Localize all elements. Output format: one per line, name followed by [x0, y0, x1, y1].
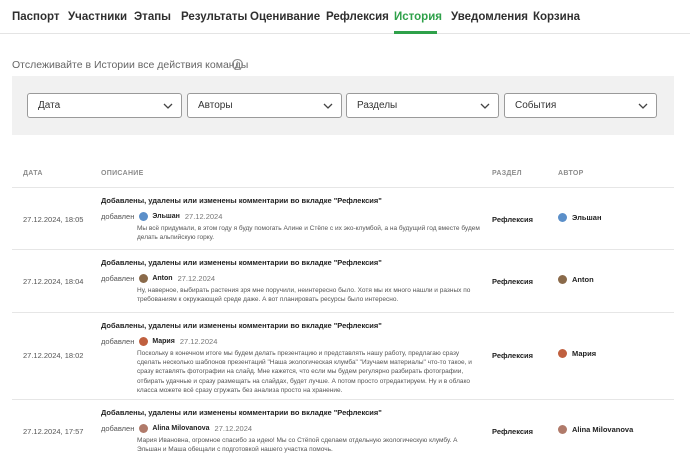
- row-meta-author[interactable]: Мария: [152, 338, 174, 345]
- row-section: Рефлексия: [492, 215, 534, 224]
- tab-results[interactable]: Результаты: [181, 11, 247, 23]
- sections-filter-select[interactable]: Разделы: [346, 93, 499, 118]
- events-filter-label: События: [515, 100, 557, 111]
- row-title: Добавлены, удалены или изменены коммента…: [101, 408, 382, 417]
- row-author[interactable]: Anton: [558, 275, 594, 284]
- authors-filter-select[interactable]: Авторы: [187, 93, 342, 118]
- row-section: Рефлексия: [492, 427, 534, 436]
- filter-panel: Дата Авторы Разделы События: [12, 76, 674, 135]
- row-meta: добавлен Alina Milovanova 27.12.2024: [101, 422, 252, 434]
- row-author-name: Alina Milovanova: [572, 425, 634, 434]
- row-comment: Поскольку в конечном итоге мы будем дела…: [137, 350, 472, 394]
- avatar: [139, 273, 149, 283]
- row-meta: добавлен Anton 27.12.2024: [101, 272, 215, 284]
- tab-passport[interactable]: Паспорт: [12, 11, 60, 23]
- row-comment: Ну, наверное, выбирать растения зря мне …: [137, 287, 471, 304]
- row-author[interactable]: Мария: [558, 349, 596, 358]
- chevron-down-icon: [163, 103, 173, 109]
- avatar: [558, 349, 567, 358]
- tab-trash[interactable]: Корзина: [533, 11, 580, 23]
- avatar: [558, 213, 567, 222]
- row-action: добавлен: [101, 211, 135, 221]
- row-title: Добавлены, удалены или изменены коммента…: [101, 258, 382, 267]
- date-filter-select[interactable]: Дата: [27, 93, 182, 118]
- row-author-name: Эльшан: [572, 213, 602, 222]
- row-comment: Мы всё придумали, в этом году я буду пом…: [137, 225, 480, 242]
- tab-bar: Паспорт Участники Этапы Результаты Оцени…: [0, 0, 690, 34]
- column-header-author: АВТОР: [558, 170, 584, 177]
- row-meta-author[interactable]: Anton: [152, 275, 172, 282]
- row-author[interactable]: Эльшан: [558, 213, 601, 222]
- row-meta-date: 27.12.2024: [177, 273, 216, 283]
- column-header-section: РАЗДЕЛ: [492, 170, 522, 177]
- row-section: Рефлексия: [492, 277, 534, 286]
- table-row: 27.12.2024, 18:02 Добавлены, удалены или…: [12, 312, 674, 399]
- chevron-down-icon: [480, 103, 490, 109]
- row-author[interactable]: Alina Milovanova: [558, 425, 633, 434]
- row-date: 27.12.2024, 18:04: [23, 277, 84, 286]
- row-comment: Мария Ивановна, огромное спасибо за идею…: [137, 437, 458, 454]
- avatar: [139, 336, 149, 346]
- table-row: 27.12.2024, 18:05 Добавлены, удалены или…: [12, 187, 674, 249]
- tab-reflection[interactable]: Рефлексия: [326, 11, 389, 23]
- row-meta-author[interactable]: Эльшан: [152, 213, 180, 220]
- row-author-name: Anton: [572, 275, 594, 284]
- date-filter-label: Дата: [38, 100, 61, 111]
- row-title: Добавлены, удалены или изменены коммента…: [101, 321, 382, 330]
- row-action: добавлен: [101, 423, 135, 433]
- active-tab-indicator: [394, 31, 437, 34]
- row-date: 27.12.2024, 17:57: [23, 427, 84, 436]
- row-meta: добавлен Эльшан 27.12.2024: [101, 210, 222, 222]
- row-section: Рефлексия: [492, 351, 534, 360]
- table-row: 27.12.2024, 17:57 Добавлены, удалены или…: [12, 399, 674, 459]
- row-action: добавлен: [101, 336, 135, 346]
- avatar: [139, 211, 149, 221]
- column-header-description: ОПИСАНИЕ: [101, 170, 144, 177]
- row-meta-date: 27.12.2024: [214, 423, 253, 433]
- tab-participants[interactable]: Участники: [68, 11, 127, 23]
- row-meta: добавлен Мария 27.12.2024: [101, 335, 217, 347]
- tab-evaluation[interactable]: Оценивание: [250, 11, 320, 23]
- avatar: [558, 275, 567, 284]
- sections-filter-label: Разделы: [357, 100, 398, 111]
- authors-filter-label: Авторы: [198, 100, 233, 111]
- row-meta-author[interactable]: Alina Milovanova: [152, 425, 209, 432]
- row-action: добавлен: [101, 273, 135, 283]
- events-filter-select[interactable]: События: [504, 93, 657, 118]
- table-row: 27.12.2024, 18:04 Добавлены, удалены или…: [12, 249, 674, 312]
- column-header-date: ДАТА: [23, 170, 43, 177]
- tab-stages[interactable]: Этапы: [134, 11, 171, 23]
- page-subtitle: Отслеживайте в Истории все действия кома…: [12, 59, 249, 71]
- tab-notifications[interactable]: Уведомления: [451, 11, 528, 23]
- row-title: Добавлены, удалены или изменены коммента…: [101, 196, 382, 205]
- row-meta-date: 27.12.2024: [179, 336, 218, 346]
- row-date: 27.12.2024, 18:05: [23, 215, 84, 224]
- tab-history[interactable]: История: [394, 11, 442, 23]
- chevron-down-icon: [323, 103, 333, 109]
- chevron-down-icon: [638, 103, 648, 109]
- row-author-name: Мария: [572, 349, 597, 358]
- row-meta-date: 27.12.2024: [184, 211, 223, 221]
- info-icon[interactable]: i: [232, 59, 243, 70]
- avatar: [139, 423, 149, 433]
- avatar: [558, 425, 567, 434]
- row-date: 27.12.2024, 18:02: [23, 351, 84, 360]
